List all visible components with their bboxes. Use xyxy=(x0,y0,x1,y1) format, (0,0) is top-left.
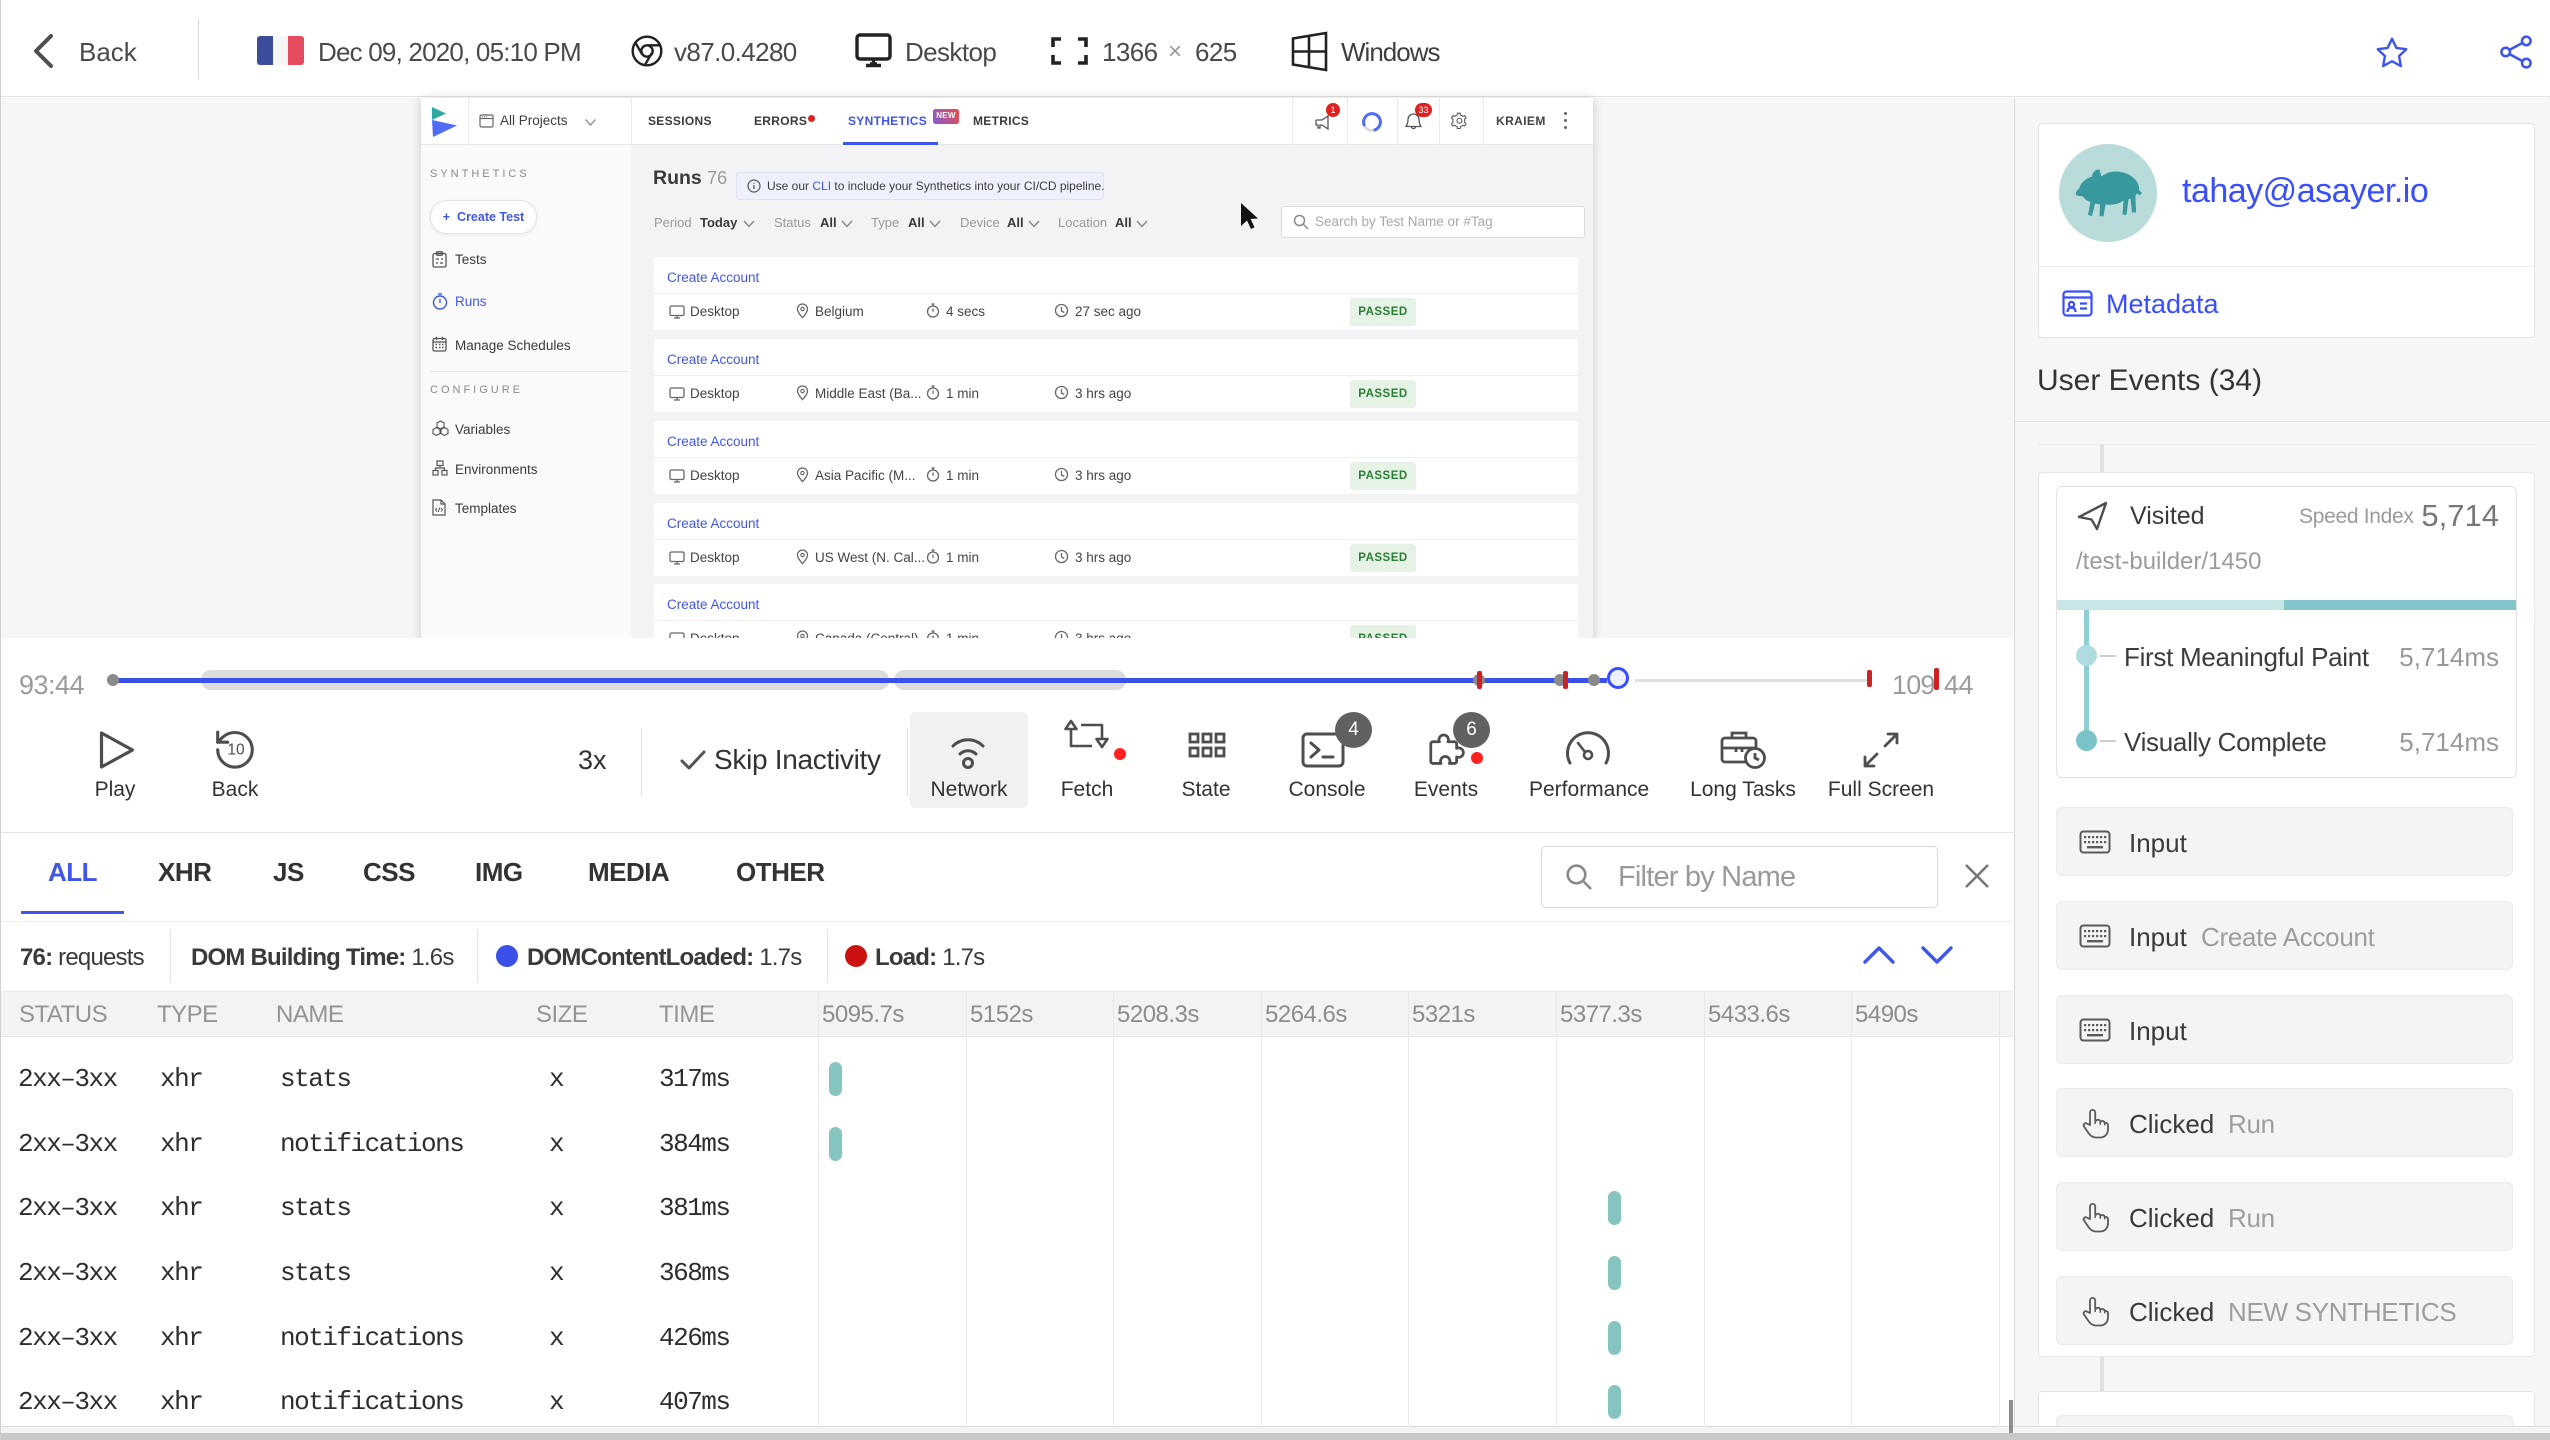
svg-text:10: 10 xyxy=(227,742,245,759)
